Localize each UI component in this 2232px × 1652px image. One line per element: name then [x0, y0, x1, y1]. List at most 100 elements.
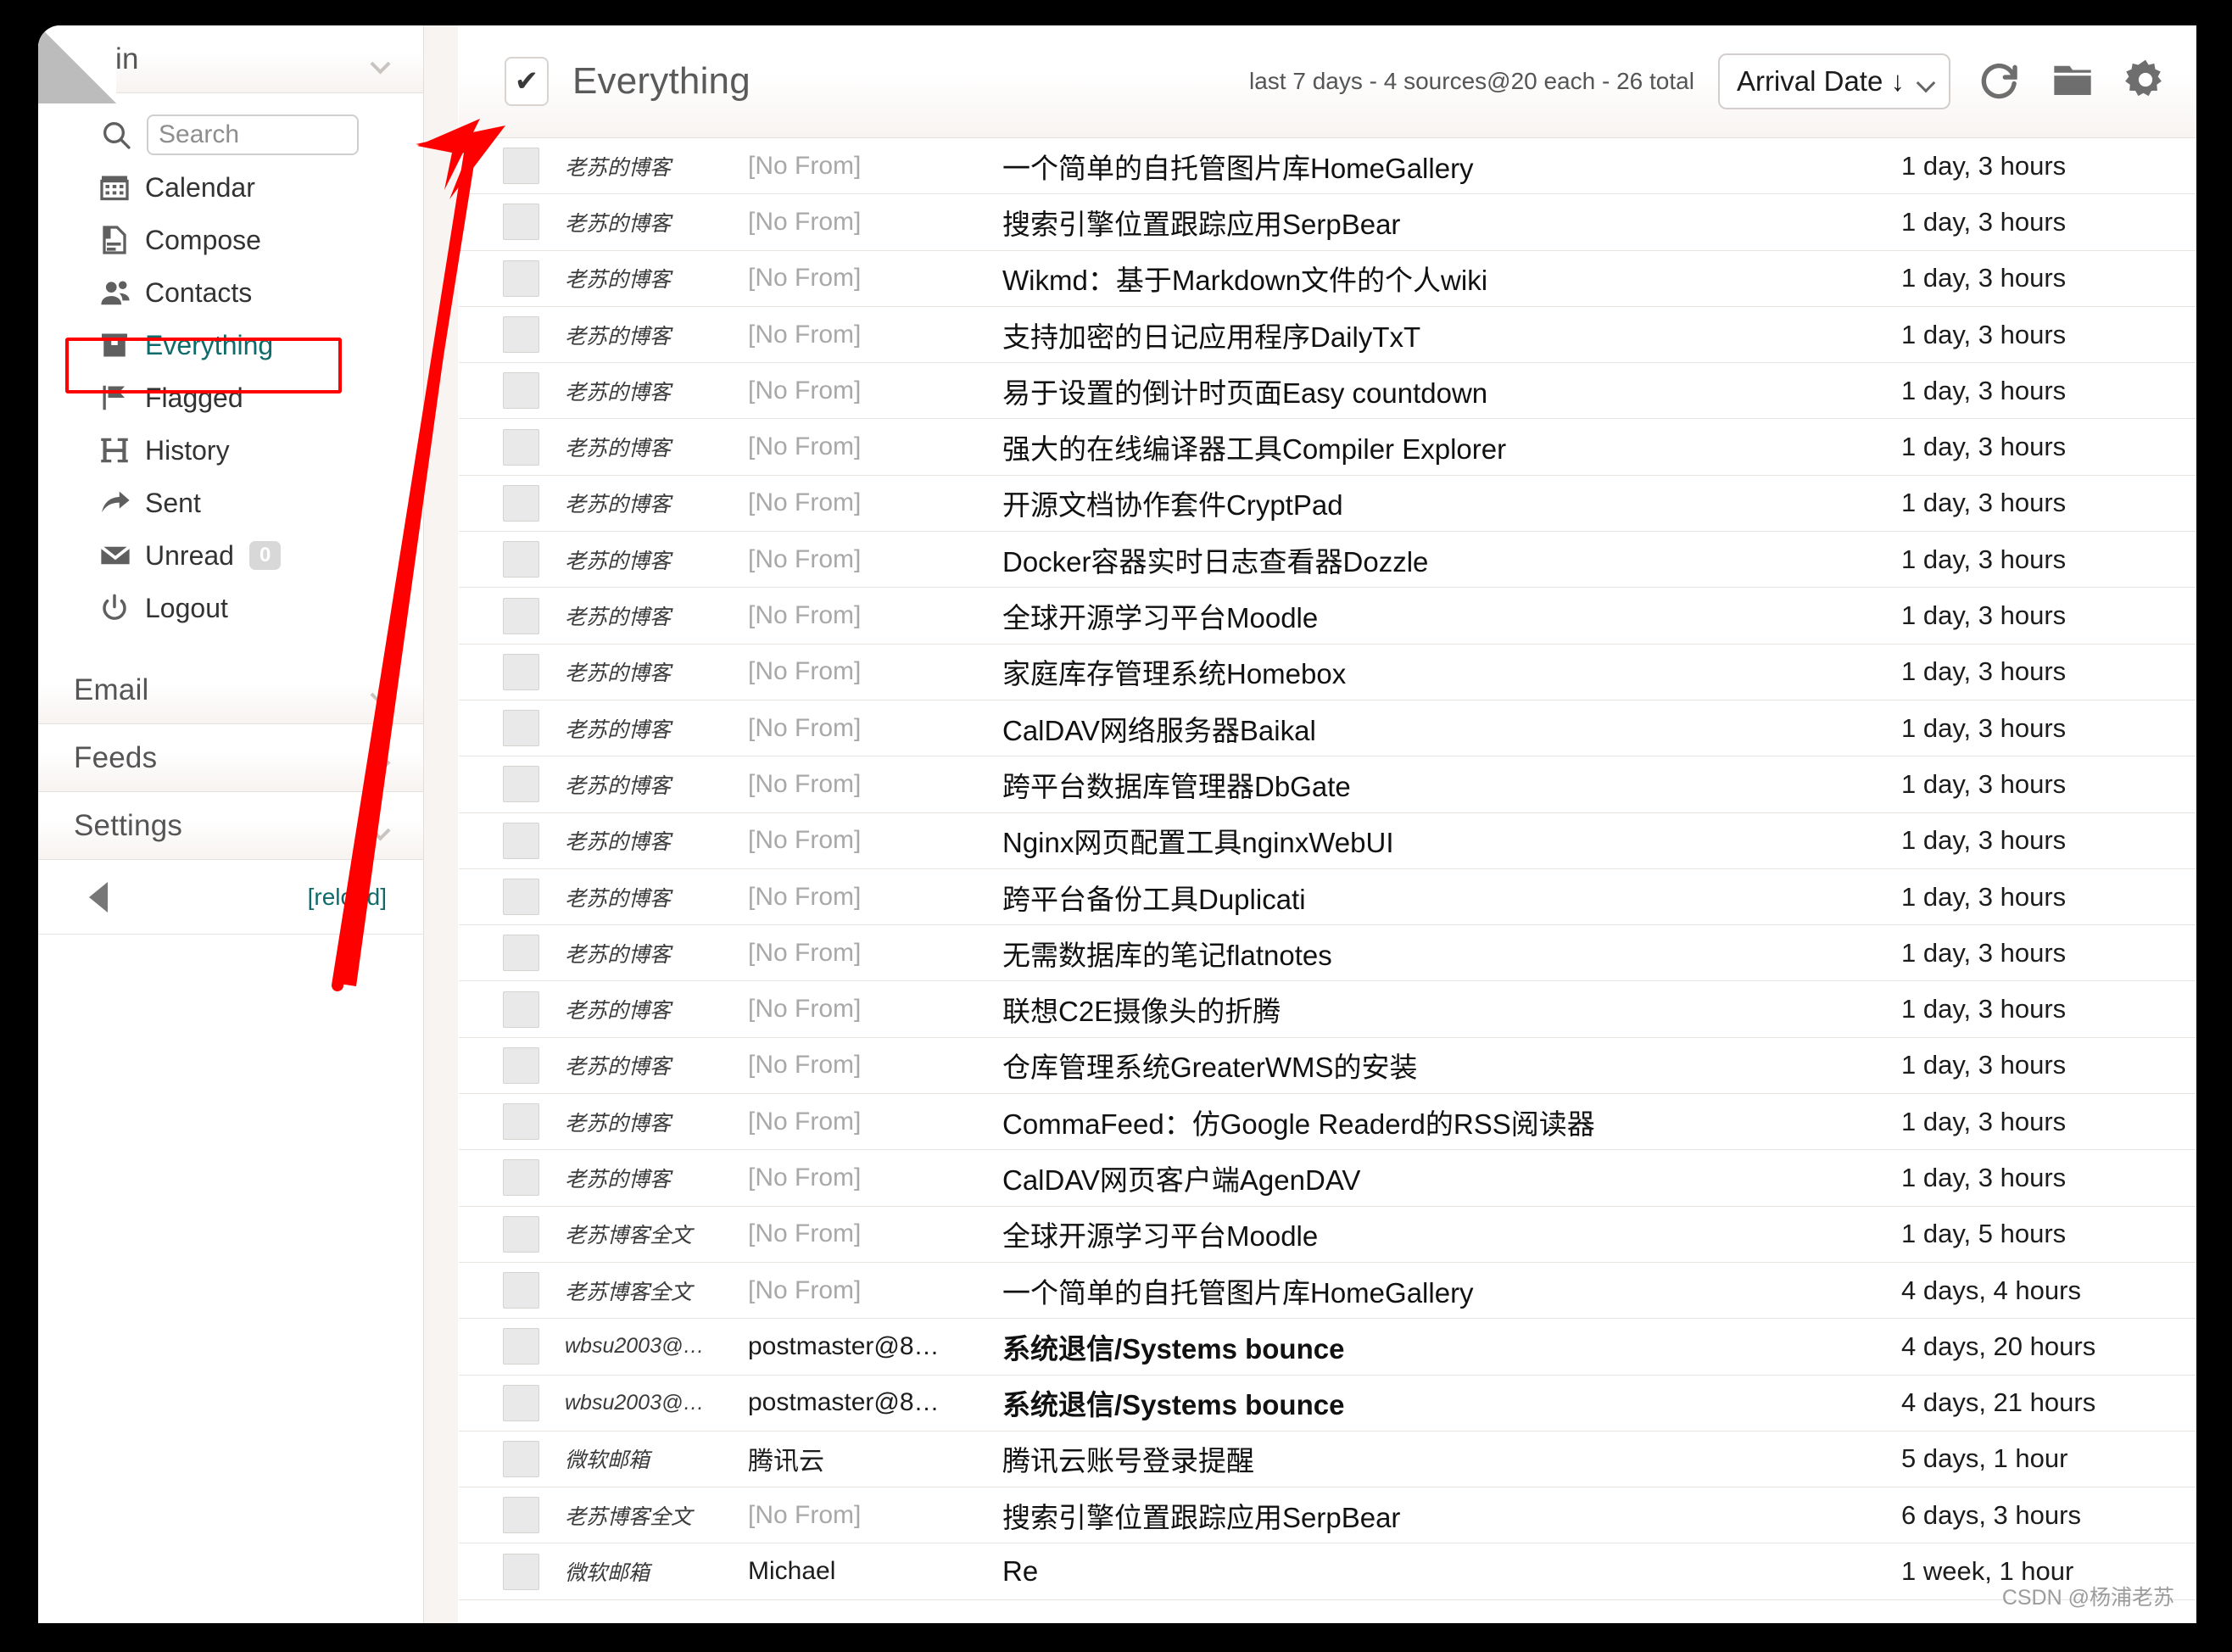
row-checkbox[interactable] [503, 766, 539, 802]
reload-link[interactable]: [reload] [308, 884, 387, 911]
table-row[interactable]: 老苏的博客[No From]强大的在线编译器工具Compiler Explore… [459, 419, 2196, 475]
sidebar-item-flagged[interactable]: Flagged [38, 371, 424, 424]
table-row[interactable]: 老苏的博客[No From]Nginx网页配置工具nginxWebUI1 day… [459, 813, 2196, 869]
row-subject[interactable]: 仓库管理系统GreaterWMS的安装 [1002, 1045, 1901, 1086]
table-row[interactable]: 老苏的博客[No From]一个简单的自托管图片库HomeGallery1 da… [459, 138, 2196, 194]
table-row[interactable]: wbsu2003@…postmaster@8…系统退信/Systems boun… [459, 1376, 2196, 1432]
row-subject[interactable]: 开源文档协作套件CryptPad [1002, 483, 1901, 523]
row-subject[interactable]: 跨平台数据库管理器DbGate [1002, 764, 1901, 805]
table-row[interactable]: 老苏的博客[No From]联想C2E摄像头的折腾1 day, 3 hours [459, 981, 2196, 1037]
table-row[interactable]: 老苏博客全文[No From]一个简单的自托管图片库HomeGallery4 d… [459, 1263, 2196, 1319]
row-subject[interactable]: 搜索引擎位置跟踪应用SerpBear [1002, 1495, 1901, 1536]
table-row[interactable]: 老苏的博客[No From]搜索引擎位置跟踪应用SerpBear1 day, 3… [459, 194, 2196, 250]
row-checkbox[interactable] [503, 148, 539, 184]
row-subject[interactable]: 一个简单的自托管图片库HomeGallery [1002, 146, 1901, 187]
row-subject[interactable]: Docker容器实时日志查看器Dozzle [1002, 539, 1901, 580]
row-checkbox[interactable] [503, 1497, 539, 1533]
row-checkbox[interactable] [503, 991, 539, 1028]
message-list[interactable]: 老苏的博客[No From]一个简单的自托管图片库HomeGallery1 da… [459, 138, 2196, 1623]
row-checkbox[interactable] [503, 260, 539, 297]
table-row[interactable]: 老苏的博客[No From]开源文档协作套件CryptPad1 day, 3 h… [459, 476, 2196, 532]
row-subject[interactable]: CalDAV网络服务器Baikal [1002, 708, 1901, 749]
row-subject[interactable]: 一个简单的自托管图片库HomeGallery [1002, 1270, 1901, 1311]
row-checkbox[interactable] [503, 1103, 539, 1140]
table-row[interactable]: wbsu2003@…postmaster@8…系统退信/Systems boun… [459, 1319, 2196, 1375]
table-row[interactable]: 老苏的博客[No From]Docker容器实时日志查看器Dozzle1 day… [459, 532, 2196, 588]
row-subject[interactable]: 易于设置的倒计时页面Easy countdown [1002, 371, 1901, 411]
row-subject[interactable]: 全球开源学习平台Moodle [1002, 1214, 1901, 1254]
row-subject[interactable]: 跨平台备份工具Duplicati [1002, 877, 1901, 918]
row-subject[interactable]: 全球开源学习平台Moodle [1002, 595, 1901, 636]
row-subject[interactable]: Re [1002, 1555, 1901, 1588]
row-subject[interactable]: 搜索引擎位置跟踪应用SerpBear [1002, 202, 1901, 243]
row-subject[interactable]: 家庭库存管理系统Homebox [1002, 651, 1901, 692]
sidebar-section-settings[interactable]: Settings [38, 792, 424, 860]
row-subject[interactable]: Wikmd：基于Markdown文件的个人wiki [1002, 258, 1901, 299]
row-checkbox[interactable] [503, 710, 539, 746]
sidebar-item-contacts[interactable]: Contacts [38, 266, 424, 319]
sidebar-item-everything[interactable]: Everything [38, 319, 424, 371]
table-row[interactable]: 老苏的博客[No From]易于设置的倒计时页面Easy countdown1 … [459, 363, 2196, 419]
row-checkbox[interactable] [503, 823, 539, 859]
row-checkbox[interactable] [503, 935, 539, 971]
table-row[interactable]: 老苏的博客[No From]全球开源学习平台Moodle1 day, 3 hou… [459, 588, 2196, 644]
row-checkbox[interactable] [503, 1441, 539, 1477]
search-input[interactable] [147, 114, 359, 155]
row-subject[interactable]: 腾讯云账号登录提醒 [1002, 1438, 1901, 1479]
sidebar-item-compose[interactable]: Compose [38, 214, 424, 266]
sidebar-section-feeds[interactable]: Feeds [38, 724, 424, 792]
sidebar-section-main[interactable]: Main [38, 25, 424, 93]
table-row[interactable]: 老苏的博客[No From]无需数据库的笔记flatnotes1 day, 3 … [459, 925, 2196, 981]
row-checkbox[interactable] [503, 204, 539, 240]
sidebar-item-sent[interactable]: Sent [38, 477, 424, 529]
row-subject[interactable]: Nginx网页配置工具nginxWebUI [1002, 820, 1901, 861]
table-row[interactable]: 微软邮箱腾讯云腾讯云账号登录提醒5 days, 1 hour [459, 1432, 2196, 1487]
table-row[interactable]: 老苏的博客[No From]支持加密的日记应用程序DailyTxT1 day, … [459, 307, 2196, 363]
row-checkbox[interactable] [503, 1554, 539, 1590]
row-checkbox[interactable] [503, 1047, 539, 1084]
select-all-checkbox[interactable]: ✔ [505, 57, 549, 106]
table-row[interactable]: 老苏博客全文[No From]搜索引擎位置跟踪应用SerpBear6 days,… [459, 1487, 2196, 1543]
sidebar-item-history[interactable]: History [38, 424, 424, 477]
table-row[interactable]: 老苏的博客[No From]跨平台备份工具Duplicati1 day, 3 h… [459, 869, 2196, 925]
row-checkbox[interactable] [503, 541, 539, 578]
sidebar-section-email[interactable]: Email [38, 656, 424, 724]
table-row[interactable]: 老苏的博客[No From]家庭库存管理系统Homebox1 day, 3 ho… [459, 645, 2196, 700]
table-row[interactable]: 老苏的博客[No From]CommaFeed：仿Google Readerd的… [459, 1094, 2196, 1150]
sidebar-item-unread[interactable]: Unread 0 [38, 529, 424, 582]
table-row[interactable]: 老苏的博客[No From]仓库管理系统GreaterWMS的安装1 day, … [459, 1038, 2196, 1094]
row-subject[interactable]: 系统退信/Systems bounce [1002, 1326, 1901, 1367]
refresh-button[interactable] [1976, 58, 2023, 105]
row-subject[interactable]: 联想C2E摄像头的折腾 [1002, 989, 1901, 1030]
settings-button[interactable] [2122, 58, 2169, 105]
sidebar-item-logout[interactable]: Logout [38, 582, 424, 634]
row-checkbox[interactable] [503, 1328, 539, 1365]
row-checkbox[interactable] [503, 485, 539, 522]
row-subject[interactable]: CalDAV网页客户端AgenDAV [1002, 1158, 1901, 1198]
table-row[interactable]: 老苏的博客[No From]Wikmd：基于Markdown文件的个人wiki1… [459, 251, 2196, 307]
table-row[interactable]: 老苏博客全文[No From]全球开源学习平台Moodle1 day, 5 ho… [459, 1207, 2196, 1263]
row-subject[interactable]: 无需数据库的笔记flatnotes [1002, 933, 1901, 974]
row-checkbox[interactable] [503, 1272, 539, 1309]
table-row[interactable]: 微软邮箱MichaelRe1 week, 1 hour [459, 1543, 2196, 1599]
row-subject[interactable]: 支持加密的日记应用程序DailyTxT [1002, 315, 1901, 355]
row-checkbox[interactable] [503, 654, 539, 690]
row-checkbox[interactable] [503, 429, 539, 466]
folder-button[interactable] [2049, 58, 2096, 105]
row-checkbox[interactable] [503, 598, 539, 634]
row-checkbox[interactable] [503, 1385, 539, 1421]
collapse-left-triangle-icon[interactable] [89, 882, 108, 913]
row-checkbox[interactable] [503, 1159, 539, 1196]
row-checkbox[interactable] [503, 316, 539, 353]
row-subject[interactable]: 强大的在线编译器工具Compiler Explorer [1002, 427, 1901, 467]
table-row[interactable]: 老苏的博客[No From]CalDAV网页客户端AgenDAV1 day, 3… [459, 1150, 2196, 1206]
row-checkbox[interactable] [503, 879, 539, 915]
row-subject[interactable]: CommaFeed：仿Google Readerd的RSS阅读器 [1002, 1102, 1901, 1142]
sort-order-select[interactable]: Arrival Date ↓ [1718, 53, 1950, 109]
table-row[interactable]: 老苏的博客[No From]CalDAV网络服务器Baikal1 day, 3 … [459, 700, 2196, 756]
table-row[interactable]: 老苏的博客[No From]跨平台数据库管理器DbGate1 day, 3 ho… [459, 756, 2196, 812]
row-checkbox[interactable] [503, 1216, 539, 1253]
row-checkbox[interactable] [503, 372, 539, 409]
row-subject[interactable]: 系统退信/Systems bounce [1002, 1382, 1901, 1423]
sidebar-item-search[interactable] [38, 109, 424, 161]
